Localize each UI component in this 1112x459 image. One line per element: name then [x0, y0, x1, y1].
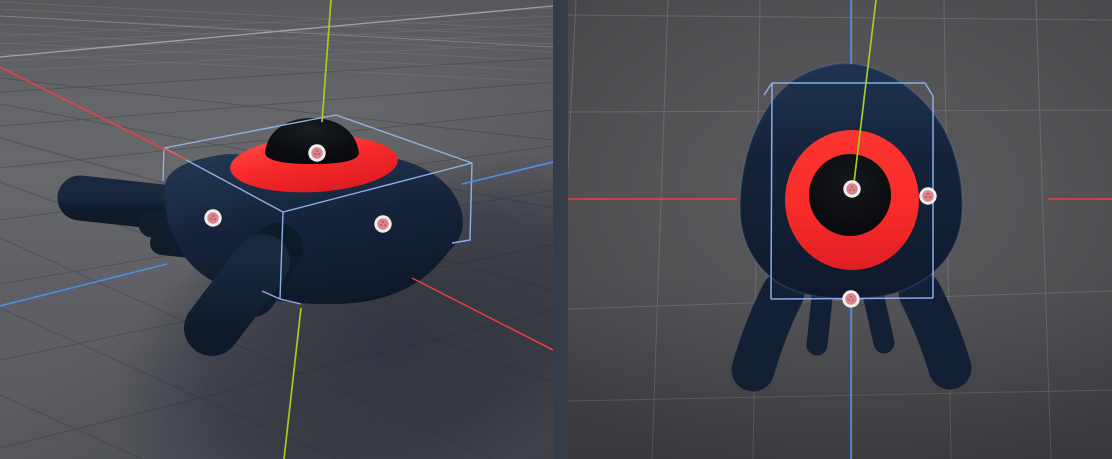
transform-handle[interactable]	[310, 146, 324, 160]
transform-handle[interactable]	[376, 217, 390, 231]
handle-texture-dot	[850, 296, 852, 298]
handle-texture-dot	[382, 221, 384, 223]
handle-texture-dot	[929, 196, 931, 198]
handle-texture-dot	[384, 224, 386, 226]
front-viewport[interactable]	[568, 0, 1112, 459]
transform-handle[interactable]	[921, 189, 935, 203]
transform-handle[interactable]	[206, 211, 220, 225]
3d-editor-window	[0, 0, 1112, 459]
handle-texture-dot	[848, 299, 850, 301]
handle-texture-dot	[380, 224, 382, 226]
handle-texture-dot	[316, 150, 318, 152]
perspective-viewport[interactable]	[0, 0, 553, 459]
handle-texture-dot	[852, 299, 854, 301]
handle-texture-dot	[210, 218, 212, 220]
handle-texture-dot	[318, 153, 320, 155]
handle-texture-dot	[214, 218, 216, 220]
handle-texture-dot	[849, 189, 851, 191]
transform-handle[interactable]	[845, 182, 859, 196]
handle-texture-dot	[314, 153, 316, 155]
handle-texture-dot	[927, 193, 929, 195]
handle-texture-dot	[925, 196, 927, 198]
bottom-vignette	[568, 0, 1112, 459]
viewport-splitter[interactable]	[553, 0, 568, 459]
handle-texture-dot	[851, 186, 853, 188]
transform-handle[interactable]	[844, 292, 858, 306]
handle-texture-dot	[853, 189, 855, 191]
handle-texture-dot	[212, 215, 214, 217]
